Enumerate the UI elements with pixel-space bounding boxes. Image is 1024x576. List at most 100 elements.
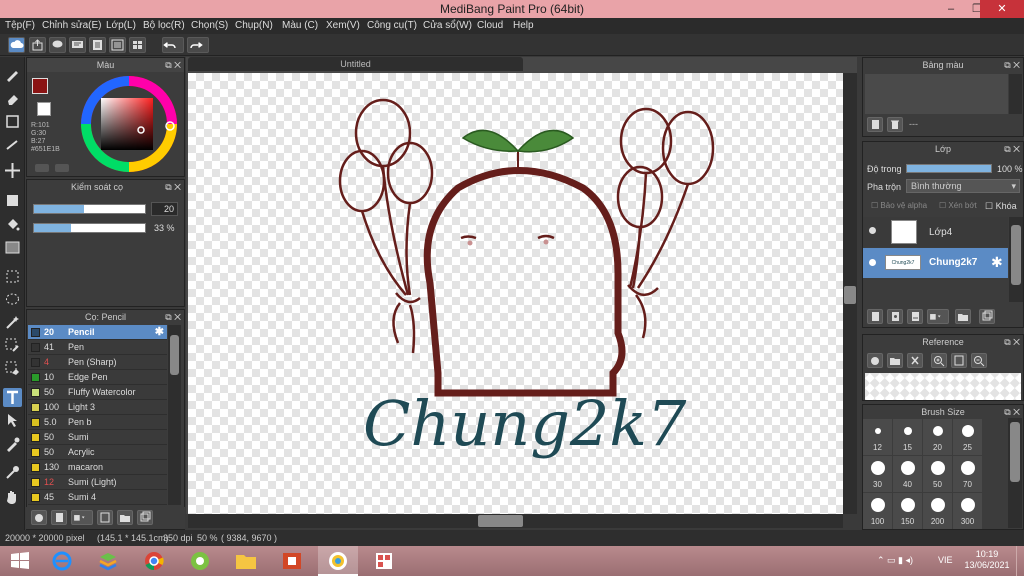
line-tool-icon[interactable] xyxy=(3,135,22,154)
panel-controls-icon[interactable]: ⧉ ✕ xyxy=(1004,405,1020,419)
comment-icon[interactable] xyxy=(49,37,66,53)
share-icon[interactable] xyxy=(29,37,46,53)
panel-controls-icon[interactable]: ⧉ ✕ xyxy=(1004,335,1020,349)
new-8bit-layer-icon[interactable] xyxy=(907,309,923,324)
menu-capture[interactable]: Chụp(N) xyxy=(235,20,273,31)
new-layer-icon[interactable] xyxy=(867,309,883,324)
layer-row-selected[interactable]: Chung2k7 Chung2k7 ✱ xyxy=(863,248,1008,278)
menu-filter[interactable]: Bộ lọc(R) xyxy=(143,20,185,31)
minimize-button[interactable]: – xyxy=(938,0,964,18)
blend-mode-select[interactable]: Bình thường ▾ xyxy=(906,179,1020,193)
rectangle-tool-icon[interactable] xyxy=(3,112,22,131)
brush-list-scroll-thumb[interactable] xyxy=(170,335,179,375)
panel-controls-icon[interactable]: ⧉ ✕ xyxy=(165,180,181,194)
start-button[interactable] xyxy=(0,546,40,576)
brush-item[interactable]: 50 Fluffy Watercolor xyxy=(28,385,167,400)
fill-rect-tool-icon[interactable] xyxy=(3,191,22,210)
bluestacks-icon[interactable] xyxy=(88,546,128,576)
brush-item[interactable]: 10 Edge Pen xyxy=(28,370,167,385)
reference-preview[interactable] xyxy=(865,373,1021,400)
horizontal-scrollbar[interactable] xyxy=(188,514,843,528)
menu-file[interactable]: Tệp(F) xyxy=(5,20,35,31)
reference-close-icon[interactable] xyxy=(907,353,923,368)
menu-window[interactable]: Cửa sổ(W) xyxy=(423,20,472,31)
brush-item[interactable]: 130 macaron xyxy=(28,460,167,475)
palette-area[interactable] xyxy=(865,74,1008,114)
select-pen-icon[interactable] xyxy=(3,336,22,355)
layer-scroll-thumb[interactable] xyxy=(1011,225,1021,285)
brush-size-option[interactable]: 70 xyxy=(953,456,982,492)
menu-layer[interactable]: Lớp(L) xyxy=(106,20,136,31)
duplicate-layer-icon[interactable] xyxy=(979,309,995,324)
brush-folder-icon[interactable] xyxy=(117,510,133,525)
brush-size-value[interactable]: 20 xyxy=(151,202,178,216)
brush-item[interactable]: 100 Light 3 xyxy=(28,400,167,415)
vertical-scroll-thumb[interactable] xyxy=(844,286,856,304)
layer-opacity-slider[interactable] xyxy=(906,164,992,173)
brush-size-option[interactable]: 200 xyxy=(923,493,952,529)
brush-duplicate-icon[interactable] xyxy=(137,510,153,525)
vertical-scrollbar[interactable] xyxy=(843,73,857,514)
text-tool-icon[interactable] xyxy=(3,388,22,407)
new-palette-icon[interactable] xyxy=(867,117,883,132)
brush-size-slider[interactable] xyxy=(33,204,146,214)
brush-size-option[interactable]: 50 xyxy=(923,456,952,492)
brush-item[interactable]: 45 Sumi 4 xyxy=(28,490,167,505)
brush-item[interactable]: 5.0 Pen b xyxy=(28,415,167,430)
select-rect-icon[interactable] xyxy=(3,267,22,286)
document-icon[interactable] xyxy=(89,37,106,53)
brush-tool-icon[interactable] xyxy=(3,65,22,84)
medibang-icon[interactable] xyxy=(318,546,358,576)
eyedropper-icon[interactable] xyxy=(3,463,22,482)
layer-list-scrollbar[interactable] xyxy=(1009,217,1023,302)
canvas[interactable]: Chung2k7 xyxy=(188,73,843,514)
brush-item[interactable]: 12 Sumi (Light) xyxy=(28,475,167,490)
eye-icon[interactable] xyxy=(869,259,876,266)
menu-select[interactable]: Chọn(S) xyxy=(191,20,228,31)
zoom-out-icon[interactable] xyxy=(971,353,987,368)
secondary-color-swatch[interactable] xyxy=(37,102,51,116)
message-icon[interactable] xyxy=(69,37,86,53)
chrome-icon[interactable] xyxy=(134,546,174,576)
brush-item[interactable]: 50 Acrylic xyxy=(28,445,167,460)
magic-wand-icon[interactable] xyxy=(3,313,22,332)
brush-item[interactable]: 41 Pen xyxy=(28,340,167,355)
lock-checkbox[interactable]: ☐ Khóa xyxy=(985,201,1017,212)
new-brush-icon[interactable] xyxy=(51,510,67,525)
reference-cloud-icon[interactable] xyxy=(867,353,883,368)
menu-cloud[interactable]: Cloud xyxy=(477,20,503,31)
brush-size-option[interactable]: 25 xyxy=(953,419,982,455)
menu-edit[interactable]: Chỉnh sửa(E) xyxy=(42,20,102,31)
app-dots-icon[interactable] xyxy=(364,546,404,576)
operation-tool-icon[interactable] xyxy=(3,411,22,430)
palette-scrollbar[interactable] xyxy=(1009,74,1022,114)
brush-size-scroll-thumb[interactable] xyxy=(1010,422,1020,482)
brush-size-option[interactable]: 15 xyxy=(893,419,922,455)
brush-size-option[interactable]: 40 xyxy=(893,456,922,492)
brush-item[interactable]: 4 Pen (Sharp) xyxy=(28,355,167,370)
brush-size-option[interactable]: 20 xyxy=(923,419,952,455)
eraser-tool-icon[interactable] xyxy=(3,89,22,108)
grid-icon[interactable] xyxy=(129,37,146,53)
color-mode-button[interactable] xyxy=(35,164,49,172)
menu-tools[interactable]: Công cụ(T) xyxy=(367,20,417,31)
undo-icon[interactable] xyxy=(162,37,184,53)
bucket-tool-icon[interactable] xyxy=(3,215,22,234)
powerpoint-icon[interactable] xyxy=(272,546,312,576)
ie-icon[interactable] xyxy=(42,546,82,576)
brush-size-option[interactable]: 12 xyxy=(863,419,892,455)
panel-controls-icon[interactable]: ⧉ ✕ xyxy=(165,58,181,72)
zoom-in-icon[interactable] xyxy=(931,353,947,368)
lasso-tool-icon[interactable] xyxy=(3,290,22,309)
brush-item[interactable]: 50 Sumi xyxy=(28,430,167,445)
brush-item[interactable]: 20 Pencil ✱ xyxy=(28,325,167,340)
protect-alpha-checkbox[interactable]: ☐ Bảo vệ alpha xyxy=(871,201,927,210)
eye-icon[interactable] xyxy=(869,227,876,234)
delete-palette-icon[interactable] xyxy=(887,117,903,132)
panel-controls-icon[interactable]: ⧉ ✕ xyxy=(1004,142,1020,156)
gear-icon[interactable]: ✱ xyxy=(155,325,164,338)
primary-color-swatch[interactable] xyxy=(32,78,48,94)
color-mode-button-2[interactable] xyxy=(55,164,69,172)
app-green-icon[interactable] xyxy=(180,546,220,576)
tray-icons[interactable]: ⌃ ▭ ▮ ◂) xyxy=(877,555,913,566)
